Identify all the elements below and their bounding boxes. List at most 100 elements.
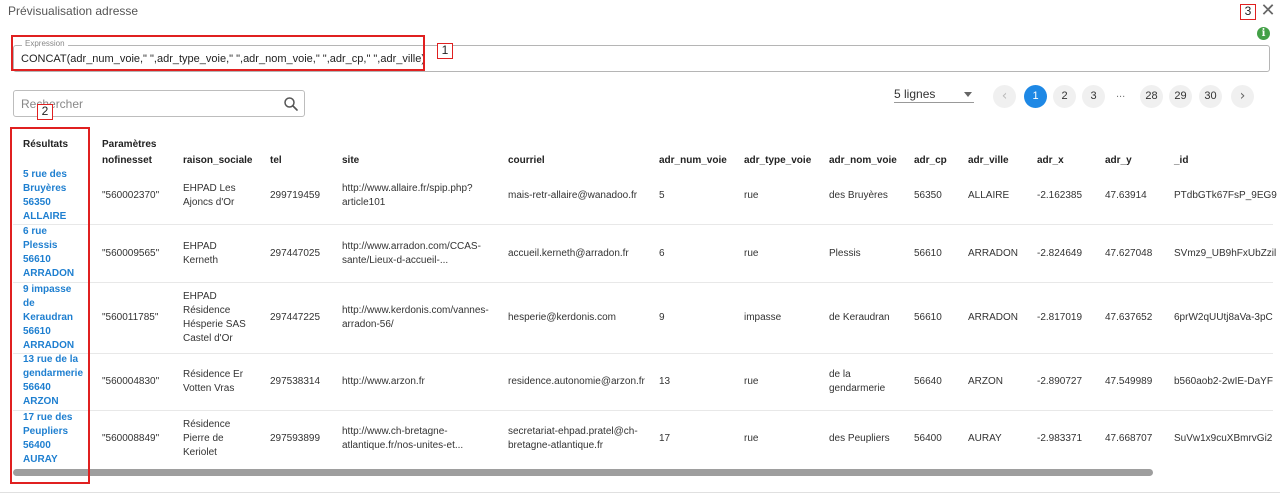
page-29-button[interactable]: 29 <box>1169 85 1192 108</box>
cell-adr-cp: 56640 <box>914 376 942 387</box>
cell-courriel: secretariat-ehpad.pratel@ch- bretagne-at… <box>508 426 638 451</box>
cell-adr-y: 47.668707 <box>1105 433 1153 444</box>
cell-id: b560aob2-2wIE-DaYF <box>1174 376 1273 387</box>
cell-raison-sociale: EHPAD Kerneth <box>183 241 219 266</box>
cell-tel: 297447025 <box>270 248 321 259</box>
cell-adr-num-voie: 9 <box>659 312 665 323</box>
close-icon[interactable]: ✕ <box>1258 0 1278 20</box>
cell-raison-sociale: EHPAD Les Ajoncs d'Or <box>183 183 236 208</box>
cell-adr-cp: 56610 <box>914 248 942 259</box>
pagination-ellipsis: ... <box>1116 88 1126 100</box>
search-input[interactable] <box>21 96 271 112</box>
cell-adr-type-voie: rue <box>744 433 759 444</box>
cell-id: PTdbGTk67FsP_9EG9 <box>1174 190 1277 201</box>
cell-adr-ville: ALLAIRE <box>968 190 1010 201</box>
cell-adr-num-voie: 17 <box>659 433 671 444</box>
column-header: adr_num_voie <box>659 155 727 166</box>
page-28-button[interactable]: 28 <box>1140 85 1163 108</box>
column-header: nofinesset <box>102 155 153 166</box>
cell-adr-num-voie: 6 <box>659 248 665 259</box>
cell-site: http://www.kerdonis.com/vannes- arradon-… <box>342 305 489 330</box>
cell-id: SVmz9_UB9hFxUbZzil <box>1174 248 1277 259</box>
cell-site: http://www.allaire.fr/spip.php? article1… <box>342 183 473 208</box>
annotation-label: 2 <box>37 104 53 120</box>
column-header: adr_type_voie <box>744 155 812 166</box>
cell-adr-y: 47.637652 <box>1105 312 1153 323</box>
cell-adr-type-voie: impasse <box>744 312 782 323</box>
column-header: adr_y <box>1105 155 1132 166</box>
cell-id: SuVw1x9cuXBmrvGi2 <box>1174 433 1273 444</box>
cell-nofinesset: "560004830" <box>102 376 160 387</box>
column-header: adr_ville <box>968 155 1009 166</box>
cell-adr-ville: AURAY <box>968 433 1002 444</box>
row-divider <box>13 353 1273 354</box>
group-header-parametres: Paramètres <box>102 139 157 150</box>
column-header: tel <box>270 155 282 166</box>
column-header: courriel <box>508 155 545 166</box>
page-2-button[interactable]: 2 <box>1053 85 1076 108</box>
cell-nofinesset: "560002370" <box>102 190 160 201</box>
cell-adr-nom-voie: Plessis <box>829 248 861 259</box>
cell-site: http://www.arzon.fr <box>342 376 425 387</box>
rows-per-page-select[interactable]: 5 lignes <box>894 87 974 103</box>
cell-tel: 299719459 <box>270 190 321 201</box>
cell-raison-sociale: EHPAD Résidence Hésperie SAS Castel d'Or <box>183 291 246 344</box>
column-header: site <box>342 155 360 166</box>
cell-tel: 297447225 <box>270 312 321 323</box>
horizontal-scrollbar[interactable] <box>13 469 1153 476</box>
dialog-title: Prévisualisation adresse <box>8 4 139 18</box>
cell-adr-num-voie: 13 <box>659 376 671 387</box>
chevron-left-icon: ‹ <box>1001 88 1008 104</box>
rows-per-page-value: 5 lignes <box>894 87 936 101</box>
cell-adr-x: -2.890727 <box>1037 376 1083 387</box>
cell-adr-ville: ARRADON <box>968 248 1019 259</box>
cell-site: http://www.arradon.com/CCAS- sante/Lieux… <box>342 241 481 266</box>
cell-courriel: accueil.kerneth@arradon.fr <box>508 248 629 259</box>
cell-nofinesset: "560011785" <box>102 312 159 323</box>
search-icon[interactable] <box>282 95 300 113</box>
row-divider <box>13 224 1273 225</box>
cell-adr-type-voie: rue <box>744 190 759 201</box>
cell-adr-nom-voie: de la gendarmerie <box>829 369 886 394</box>
page-1-button[interactable]: 1 <box>1024 85 1047 108</box>
cell-courriel: mais-retr-allaire@wanadoo.fr <box>508 190 638 201</box>
cell-adr-y: 47.549989 <box>1105 376 1153 387</box>
row-divider <box>13 410 1273 411</box>
row-divider <box>13 282 1273 283</box>
cell-adr-cp: 56400 <box>914 433 942 444</box>
cell-courriel: residence.autonomie@arzon.fr <box>508 376 645 387</box>
annotation-box-results <box>10 127 90 484</box>
cell-adr-y: 47.63914 <box>1105 190 1147 201</box>
cell-adr-cp: 56610 <box>914 312 942 323</box>
annotation-box-expression <box>11 35 425 71</box>
column-header: adr_nom_voie <box>829 155 897 166</box>
cell-adr-x: -2.983371 <box>1037 433 1083 444</box>
chevron-right-icon: › <box>1239 88 1246 104</box>
cell-adr-nom-voie: de Keraudran <box>829 312 890 323</box>
cell-adr-ville: ARRADON <box>968 312 1019 323</box>
cell-adr-type-voie: rue <box>744 376 759 387</box>
cell-adr-x: -2.162385 <box>1037 190 1083 201</box>
cell-site: http://www.ch-bretagne- atlantique.fr/no… <box>342 426 464 451</box>
cell-nofinesset: "560009565" <box>102 248 160 259</box>
page-3-button[interactable]: 3 <box>1082 85 1105 108</box>
column-header: _id <box>1174 155 1189 166</box>
prev-page-button[interactable]: ‹ <box>993 85 1016 108</box>
annotation-label: 3 <box>1240 4 1256 20</box>
cell-adr-x: -2.817019 <box>1037 312 1083 323</box>
search-box[interactable] <box>13 90 305 117</box>
column-header: adr_x <box>1037 155 1064 166</box>
page-30-button[interactable]: 30 <box>1199 85 1222 108</box>
next-page-button[interactable]: › <box>1231 85 1254 108</box>
cell-raison-sociale: Résidence Er Votten Vras <box>183 369 244 394</box>
info-icon[interactable]: i <box>1257 27 1270 40</box>
cell-adr-y: 47.627048 <box>1105 248 1153 259</box>
cell-adr-cp: 56350 <box>914 190 942 201</box>
cell-id: 6prW2qUUtj8aVa-3pC <box>1174 312 1273 323</box>
caret-down-icon <box>964 92 972 97</box>
cell-raison-sociale: Résidence Pierre de Keriolet <box>183 419 231 458</box>
cell-tel: 297538314 <box>270 376 321 387</box>
dialog-bottom-divider <box>0 492 1280 493</box>
cell-courriel: hesperie@kerdonis.com <box>508 312 616 323</box>
column-header: raison_sociale <box>183 155 253 166</box>
